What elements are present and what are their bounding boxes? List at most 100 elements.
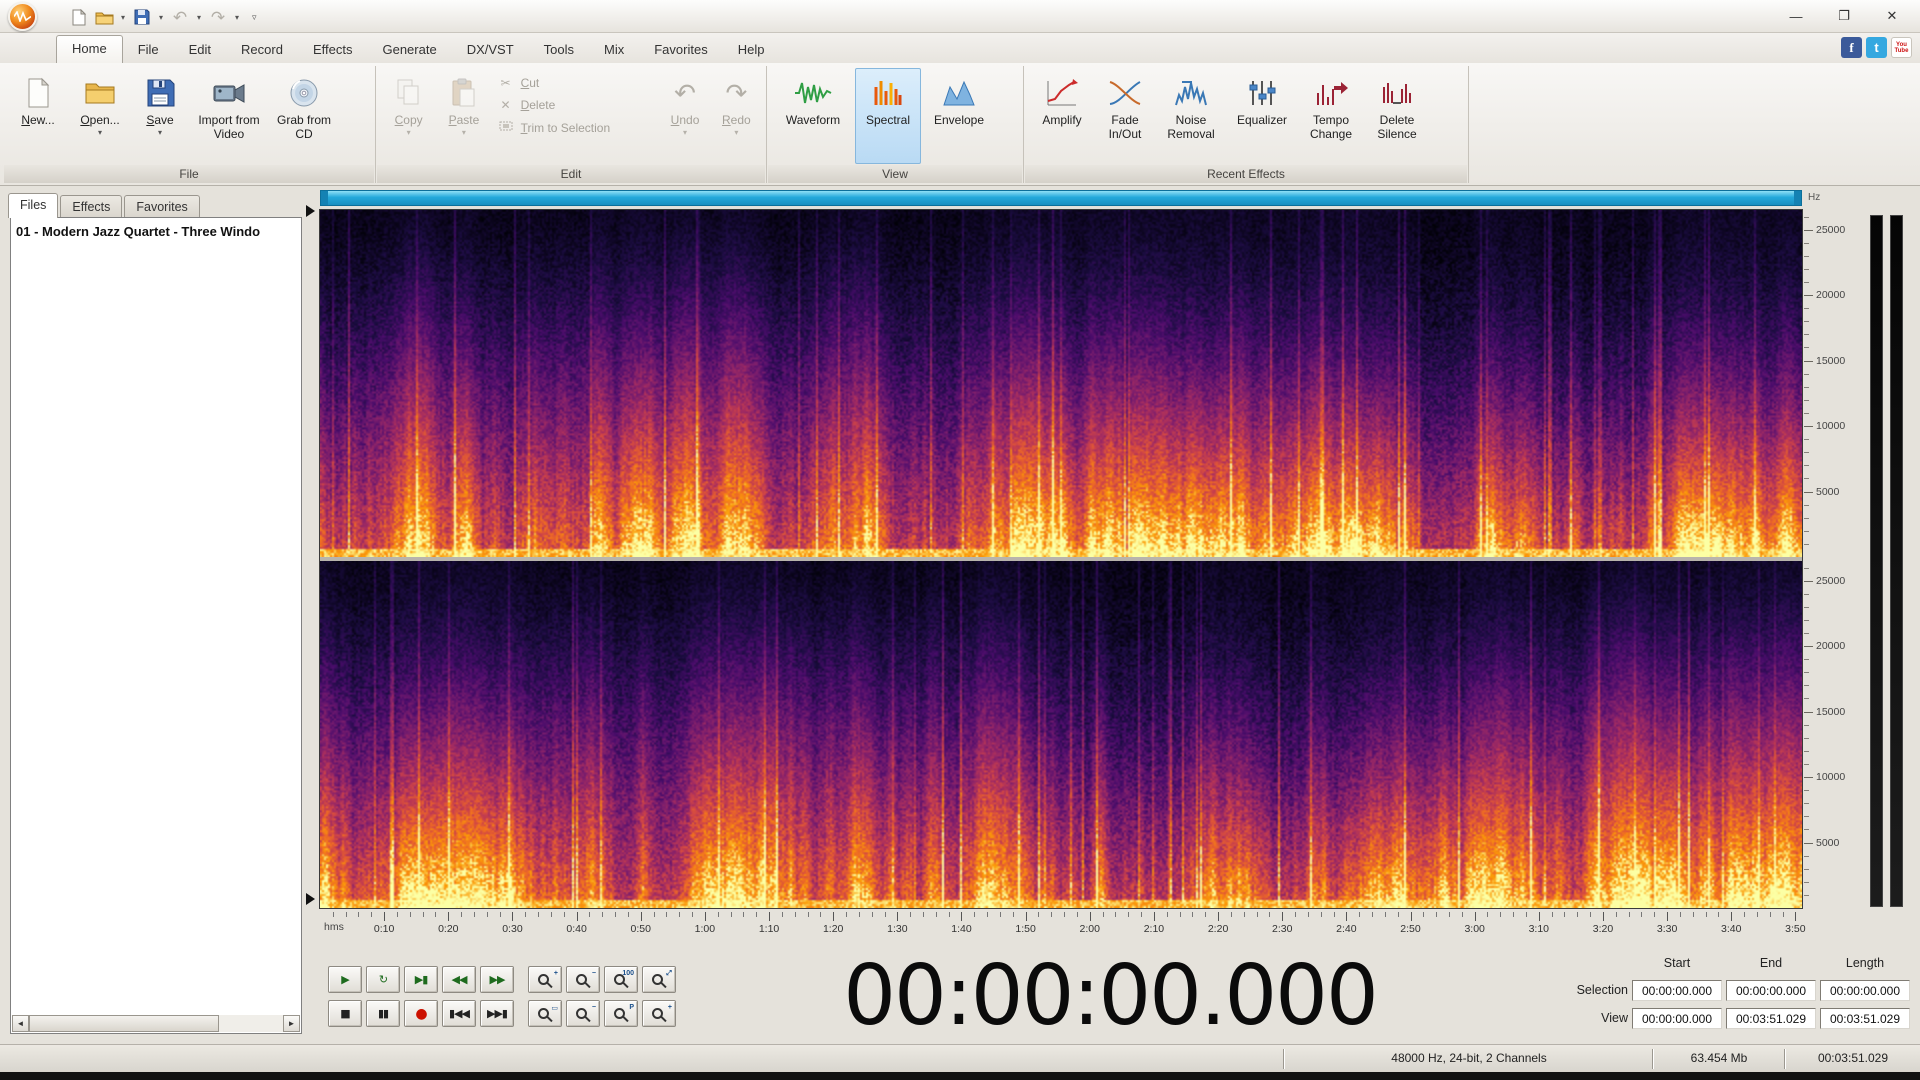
sidebar: Files Effects Favorites 01 - Modern Jazz Q… [0, 186, 306, 1044]
facebook-icon[interactable]: f [1841, 37, 1862, 58]
transport-zoom-selection-button[interactable]: ⤢ [642, 966, 676, 993]
transport-play-from-cursor-button[interactable]: ▶▮ [404, 966, 438, 993]
open-button[interactable]: Open... ▾ [69, 68, 131, 164]
selection-marker-top-icon[interactable] [306, 205, 315, 217]
undo-icon: ↶ [674, 77, 696, 108]
transport-zoom-in-button[interactable]: + [528, 966, 562, 993]
copy-icon [394, 73, 424, 113]
menu-tab-generate[interactable]: Generate [367, 37, 451, 63]
transport-rewind-button[interactable]: ◀◀ [442, 966, 476, 993]
minimize-button[interactable]: — [1774, 3, 1818, 29]
delete-silence-button[interactable]: Delete Silence [1366, 68, 1428, 164]
scroll-left-arrow[interactable]: ◄ [12, 1015, 29, 1032]
fade-in-out-button[interactable]: Fade In/Out [1096, 68, 1154, 164]
spectral-view-button[interactable]: Spectral [855, 68, 921, 164]
transport-go-to-start-button[interactable]: ▮◀◀ [442, 1000, 476, 1027]
dropdown-arrow-icon[interactable]: ▾ [118, 13, 128, 22]
selection-marker-bottom-icon[interactable] [306, 893, 315, 905]
customize-toolbar-icon[interactable]: ▿ [252, 12, 257, 23]
equalizer-button[interactable]: Equalizer [1228, 68, 1296, 164]
menu-tab-help[interactable]: Help [723, 37, 780, 63]
dropdown-arrow-icon[interactable]: ▾ [158, 128, 162, 137]
sidebar-tab-files[interactable]: Files [8, 193, 59, 218]
transport-zoom-vertical-in-button[interactable]: + [642, 1000, 676, 1027]
zoom-row-2: ▭ − P + [528, 1000, 676, 1027]
transport-fast-forward-button[interactable]: ▶▶ [480, 966, 514, 993]
time-tick-label: 3:10 [1528, 923, 1550, 935]
view-length-field[interactable] [1820, 1008, 1910, 1029]
scrollbar-thumb[interactable] [29, 1015, 219, 1032]
menu-tab-home[interactable]: Home [56, 35, 123, 63]
selection-length-field[interactable] [1820, 980, 1910, 1001]
tempo-change-button[interactable]: Tempo Change [1298, 68, 1364, 164]
menu-tab-favorites[interactable]: Favorites [639, 37, 722, 63]
time-tick-label: 0:20 [438, 923, 459, 935]
transport-play-button[interactable]: ▶ [328, 966, 362, 993]
envelope-view-button[interactable]: Envelope [923, 68, 995, 164]
ribbon-group-label-view: View [768, 165, 1022, 183]
transport-loop-button[interactable]: ↻ [366, 966, 400, 993]
menu-tab-edit[interactable]: Edit [174, 37, 226, 63]
new-button[interactable]: New... [9, 68, 67, 164]
magnifier-icon [575, 1008, 587, 1019]
redo-icon: ↷ [725, 77, 748, 108]
dropdown-arrow-icon[interactable]: ▾ [98, 128, 102, 137]
selection-end-field[interactable] [1726, 980, 1816, 1001]
taskbar-strip [0, 1072, 1920, 1080]
horizontal-scrollbar[interactable]: ◄ ► [12, 1015, 300, 1032]
transport-zoom-full-button[interactable]: ▭ [528, 1000, 562, 1027]
maximize-button[interactable]: ❐ [1822, 3, 1866, 29]
transport-stop-button[interactable]: ■ [328, 1000, 362, 1027]
dropdown-arrow-icon[interactable]: ▾ [156, 13, 166, 22]
time-tick-label: 1:00 [694, 923, 716, 935]
sidebar-tab-favorites[interactable]: Favorites [124, 195, 200, 218]
time-tick-label: 1:10 [758, 923, 780, 935]
time-tick-label: 1:30 [887, 923, 908, 935]
quick-save-button[interactable] [130, 5, 154, 29]
transport-pause-button[interactable]: ▮▮ [366, 1000, 400, 1027]
view-row-label: View [1601, 1011, 1628, 1025]
spectrogram-right-channel[interactable] [320, 561, 1802, 908]
close-button[interactable]: ✕ [1870, 3, 1914, 29]
transport-record-button[interactable]: ● [404, 1000, 438, 1027]
selection-start-field[interactable] [1632, 980, 1722, 1001]
transport-zoom-vertical-out-button[interactable]: − [566, 1000, 600, 1027]
menu-tab-effects[interactable]: Effects [298, 37, 368, 63]
amplify-button[interactable]: Amplify [1030, 68, 1094, 164]
noise-removal-button[interactable]: Noise Removal [1156, 68, 1226, 164]
freq-label: 15000 [1816, 705, 1846, 718]
window-controls: — ❐ ✕ [1774, 3, 1914, 29]
menu-tab-tools[interactable]: Tools [529, 37, 589, 63]
quick-open-button[interactable] [92, 5, 116, 29]
file-list-item[interactable]: 01 - Modern Jazz Quartet - Three Windo [11, 218, 301, 245]
save-button[interactable]: Save ▾ [133, 68, 187, 164]
quick-new-button[interactable] [66, 5, 90, 29]
grab-from-cd-button[interactable]: Grab from CD [271, 68, 337, 164]
frequency-unit-label: Hz [1808, 192, 1821, 203]
level-meters [1870, 215, 1903, 907]
youtube-icon[interactable]: You Tube [1891, 37, 1912, 58]
spectrogram-left-channel[interactable] [320, 210, 1802, 557]
column-header-start: Start [1663, 956, 1691, 970]
freq-label: 25000 [1816, 574, 1846, 587]
view-end-field[interactable] [1726, 1008, 1816, 1029]
import-from-video-button[interactable]: Import from Video [189, 68, 269, 164]
waveform-view-button[interactable]: Waveform [773, 68, 853, 164]
twitter-icon[interactable]: t [1866, 37, 1887, 58]
transport-zoom-out-button[interactable]: − [566, 966, 600, 993]
view-start-field[interactable] [1632, 1008, 1722, 1029]
transport-zoom-project-button[interactable]: P [604, 1000, 638, 1027]
menu-tab-record[interactable]: Record [226, 37, 298, 63]
cut-button: ✂ Cut [498, 76, 654, 90]
undo-button: ↶ Undo ▾ [660, 68, 709, 164]
delete-icon: ✕ [500, 98, 511, 112]
menu-tab-dxvst[interactable]: DX/VST [452, 37, 529, 63]
transport-zoom-100-button[interactable]: 100 [604, 966, 638, 993]
position-overview-bar[interactable] [320, 190, 1802, 206]
scroll-right-arrow[interactable]: ► [283, 1015, 300, 1032]
menu-tab-mix[interactable]: Mix [589, 37, 639, 63]
menu-tab-file[interactable]: File [123, 37, 174, 63]
sidebar-tab-effects[interactable]: Effects [60, 195, 123, 218]
transport-go-to-end-button[interactable]: ▶▶▮ [480, 1000, 514, 1027]
time-ruler[interactable]: hms 0:10 0:20 0:30 0:40 0:50 1:00 1:10 1:20 1:30… [320, 912, 1806, 948]
